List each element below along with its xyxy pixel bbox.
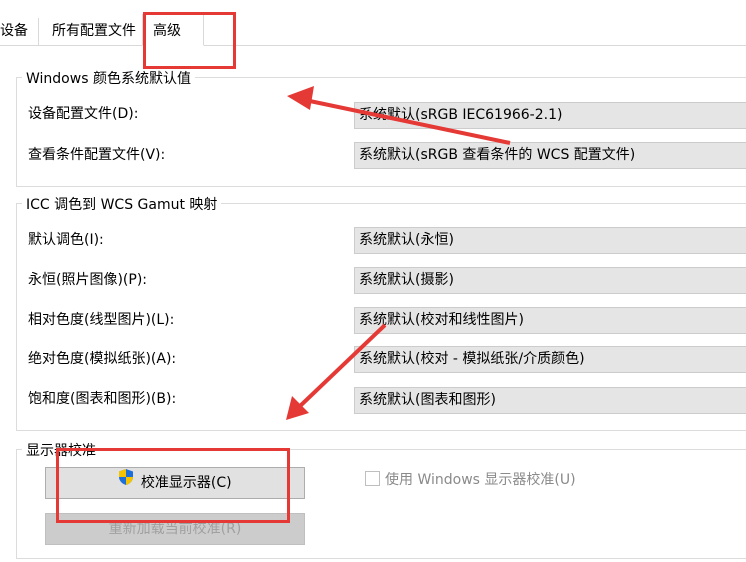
tab-bar: 设备 所有配置文件 高级: [0, 0, 746, 46]
tab-divider: [0, 45, 746, 46]
viewing-conditions-label: 查看条件配置文件(V):: [28, 147, 166, 163]
calibration-title: 显示器校准: [22, 440, 100, 460]
tab-devices[interactable]: 设备: [0, 18, 39, 45]
gamut-mapping-title: ICC 调色到 WCS Gamut 映射: [22, 194, 222, 214]
perceptual-select[interactable]: 系统默认(摄影): [354, 267, 746, 294]
relative-colorimetric-label: 相对色度(线型图片)(L):: [28, 312, 175, 328]
relative-colorimetric-select[interactable]: 系统默认(校对和线性图片): [354, 307, 746, 334]
viewing-conditions-select[interactable]: 系统默认(sRGB 查看条件的 WCS 配置文件): [354, 142, 746, 169]
windows-defaults-title: Windows 颜色系统默认值: [22, 68, 195, 88]
device-profile-select[interactable]: 系统默认(sRGB IEC61966-2.1): [354, 102, 746, 129]
saturation-label: 饱和度(图表和图形)(B):: [28, 391, 177, 407]
uac-shield-icon: [118, 467, 134, 497]
perceptual-label: 永恒(照片图像)(P):: [28, 272, 148, 288]
calibrate-display-label: 校准显示器(C): [140, 475, 232, 491]
use-windows-calibration-checkbox[interactable]: [365, 471, 380, 486]
tab-all-profiles[interactable]: 所有配置文件: [44, 18, 142, 45]
use-windows-calibration-option[interactable]: 使用 Windows 显示器校准(U): [365, 469, 576, 489]
default-intent-select[interactable]: 系统默认(永恒): [354, 227, 746, 254]
absolute-colorimetric-label: 绝对色度(模拟纸张)(A):: [28, 351, 177, 367]
tab-advanced[interactable]: 高级: [142, 14, 204, 46]
reload-calibration-button[interactable]: 重新加载当前校准(R): [45, 513, 305, 545]
use-windows-calibration-label: 使用 Windows 显示器校准(U): [385, 472, 576, 488]
calibrate-display-button[interactable]: 校准显示器(C): [45, 467, 305, 499]
saturation-select[interactable]: 系统默认(图表和图形): [354, 387, 746, 414]
reload-calibration-label: 重新加载当前校准(R): [108, 521, 242, 537]
windows-defaults-group: [16, 77, 746, 187]
absolute-colorimetric-select[interactable]: 系统默认(校对 - 模拟纸张/介质颜色): [354, 346, 746, 373]
device-profile-label: 设备配置文件(D):: [28, 106, 139, 122]
default-intent-label: 默认调色(I):: [28, 232, 104, 248]
